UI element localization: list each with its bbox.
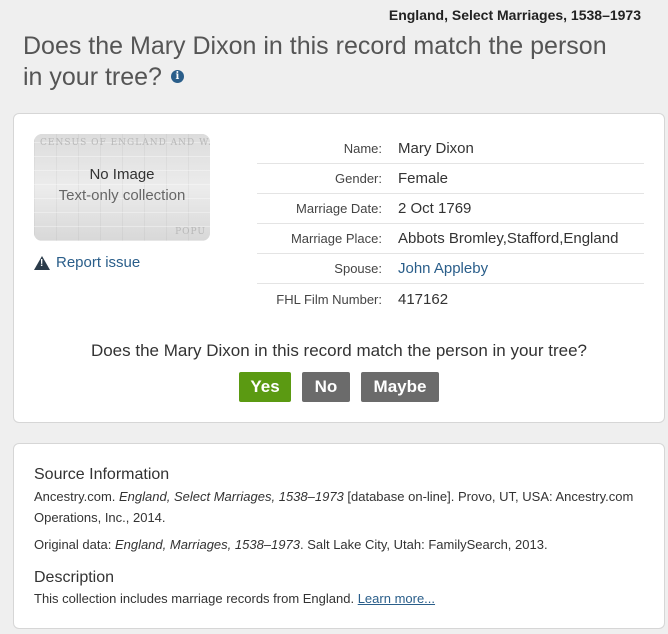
original-prefix: Original data: <box>34 537 115 552</box>
report-issue-label: Report issue <box>56 254 141 271</box>
learn-more-link[interactable]: Learn more... <box>358 591 435 606</box>
text-only-label: Text-only collection <box>58 187 186 204</box>
field-row-spouse: Spouse: John Appleby <box>257 254 644 284</box>
field-label: Name: <box>343 141 382 156</box>
spouse-link[interactable]: John Appleby <box>398 260 488 277</box>
original-suffix: . Salt Lake City, Utah: FamilySearch, 20… <box>299 537 548 552</box>
field-value: Mary Dixon <box>398 140 474 157</box>
field-label: Gender: <box>335 171 382 186</box>
field-row-marriage-place: Marriage Place: Abbots Bromley,Stafford,… <box>257 224 644 254</box>
record-thumbnail: CENSUS OF ENGLAND AND WALES, POPU No Ima… <box>34 134 210 241</box>
field-row-marriage-date: Marriage Date: 2 Oct 1769 <box>257 194 644 224</box>
field-value: Abbots Bromley,Stafford,England <box>398 230 619 247</box>
description-title: Description <box>34 569 115 586</box>
field-row-gender: Gender: Female <box>257 164 644 194</box>
thumbnail-bg-header: CENSUS OF ENGLAND AND WALES, <box>40 138 210 148</box>
yes-button[interactable]: Yes <box>239 372 291 402</box>
source-citation: Ancestry.com. England, Select Marriages,… <box>34 486 644 528</box>
report-issue-link[interactable]: Report issue <box>34 254 140 271</box>
source-card: Source Information Ancestry.com. England… <box>13 443 665 629</box>
record-fields: Name: Mary Dixon Gender: Female Marriage… <box>257 134 644 314</box>
citation-prefix: Ancestry.com. <box>34 489 120 504</box>
field-label: FHL Film Number: <box>276 291 382 307</box>
field-row-fhl-film: FHL Film Number: 417162 <box>257 284 644 314</box>
page-heading: Does the Mary Dixon in this record match… <box>23 31 623 93</box>
match-buttons: Yes No Maybe <box>14 372 664 402</box>
collection-title: England, Select Marriages, 1538–1973 <box>388 7 641 23</box>
field-label: Marriage Place: <box>290 231 382 246</box>
citation-title: England, Select Marriages, 1538–1973 <box>119 489 344 504</box>
field-label: Marriage Date: <box>296 201 382 216</box>
original-data: Original data: England, Marriages, 1538–… <box>34 537 548 552</box>
maybe-button[interactable]: Maybe <box>361 372 439 402</box>
description-body: This collection includes marriage record… <box>34 591 358 606</box>
thumbnail-bg-footer: POPU <box>175 227 206 237</box>
field-value: Female <box>398 170 449 187</box>
warning-icon <box>34 255 50 270</box>
original-title: England, Marriages, 1538–1973 <box>114 537 300 552</box>
field-value: 2 Oct 1769 <box>398 200 472 217</box>
field-value: 417162 <box>398 290 449 308</box>
source-info-title: Source Information <box>34 466 170 483</box>
description-text: This collection includes marriage record… <box>34 591 435 606</box>
field-label: Spouse: <box>334 261 382 276</box>
match-question: Does the Mary Dixon in this record match… <box>90 341 588 360</box>
heading-text: Does the Mary Dixon in this record match… <box>23 32 607 91</box>
no-image-label: No Image <box>89 166 155 183</box>
field-row-name: Name: Mary Dixon <box>257 134 644 164</box>
no-button[interactable]: No <box>302 372 350 402</box>
info-icon[interactable]: i <box>170 69 184 83</box>
record-card: CENSUS OF ENGLAND AND WALES, POPU No Ima… <box>13 113 665 423</box>
